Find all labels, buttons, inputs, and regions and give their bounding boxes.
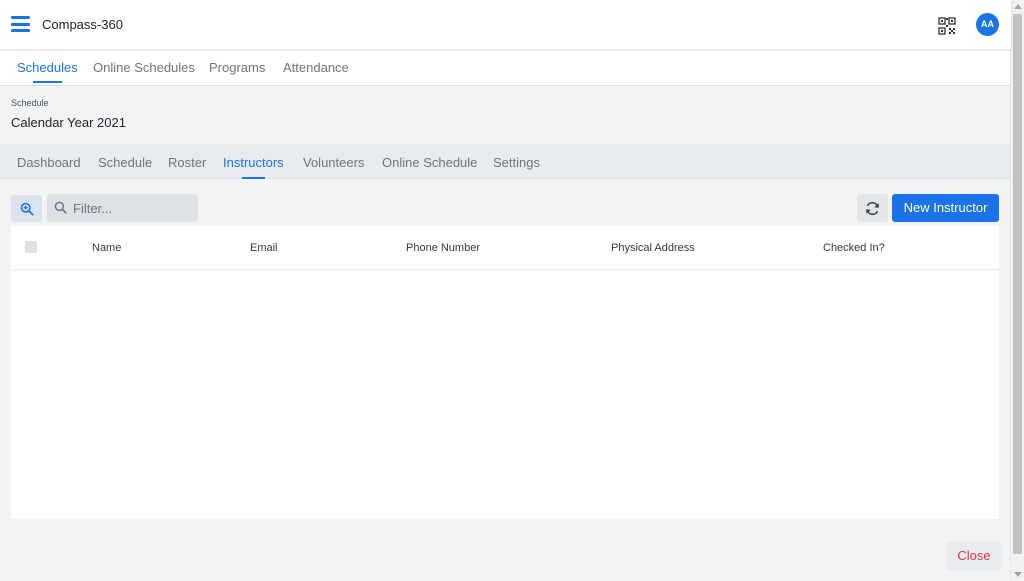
- zoom-in-button[interactable]: [11, 195, 42, 222]
- column-header-phone-number[interactable]: Phone Number: [406, 242, 480, 254]
- hamburger-menu-icon[interactable]: [11, 16, 30, 32]
- select-all-checkbox[interactable]: [25, 241, 37, 253]
- qr-code-icon[interactable]: [938, 17, 956, 35]
- tab-programs[interactable]: Programs: [209, 60, 265, 75]
- tab-attendance[interactable]: Attendance: [283, 60, 349, 75]
- scroll-up-arrow-icon[interactable]: [1014, 4, 1022, 9]
- filter-input[interactable]: [73, 198, 191, 218]
- schedule-name: Calendar Year 2021: [11, 115, 126, 130]
- tab-instructors[interactable]: Instructors: [223, 155, 284, 179]
- tab-schedules[interactable]: Schedules: [17, 60, 78, 83]
- tab-online-schedules[interactable]: Online Schedules: [93, 60, 195, 75]
- app-title: Compass-360: [42, 17, 123, 32]
- filter-field: [47, 194, 198, 222]
- scroll-down-arrow-icon[interactable]: [1014, 572, 1022, 577]
- tab-dashboard[interactable]: Dashboard: [17, 155, 81, 170]
- tab-roster[interactable]: Roster: [168, 155, 206, 170]
- refresh-icon: [866, 201, 879, 216]
- tab-volunteers[interactable]: Volunteers: [303, 155, 364, 170]
- top-bar: Compass-360 AA: [0, 0, 1011, 49]
- tab-schedule[interactable]: Schedule: [98, 155, 152, 170]
- primary-tabs: Schedules Online Schedules Programs Atte…: [0, 49, 1011, 86]
- scrollbar-thumb[interactable]: [1013, 14, 1022, 554]
- instructors-table: Name Email Phone Number Physical Address…: [11, 226, 999, 519]
- tab-online-schedule[interactable]: Online Schedule: [382, 155, 477, 170]
- new-instructor-button[interactable]: New Instructor: [892, 194, 999, 222]
- vertical-scrollbar[interactable]: [1010, 0, 1024, 581]
- close-button[interactable]: Close: [946, 542, 1002, 570]
- column-header-name[interactable]: Name: [92, 242, 121, 254]
- refresh-button[interactable]: [857, 194, 888, 222]
- table-header: Name Email Phone Number Physical Address…: [11, 226, 999, 270]
- page: Compass-360 AA Schedules Online Schedule…: [0, 0, 1011, 581]
- column-header-checked-in[interactable]: Checked In?: [823, 242, 885, 254]
- search-icon: [54, 201, 67, 214]
- secondary-tabs: Dashboard Schedule Roster Instructors Vo…: [0, 144, 1011, 179]
- column-header-physical-address[interactable]: Physical Address: [611, 242, 695, 254]
- zoom-in-icon: [20, 202, 34, 216]
- schedule-label: Schedule: [11, 98, 49, 108]
- tab-settings[interactable]: Settings: [493, 155, 540, 170]
- column-header-email[interactable]: Email: [250, 242, 278, 254]
- user-avatar[interactable]: AA: [976, 13, 999, 36]
